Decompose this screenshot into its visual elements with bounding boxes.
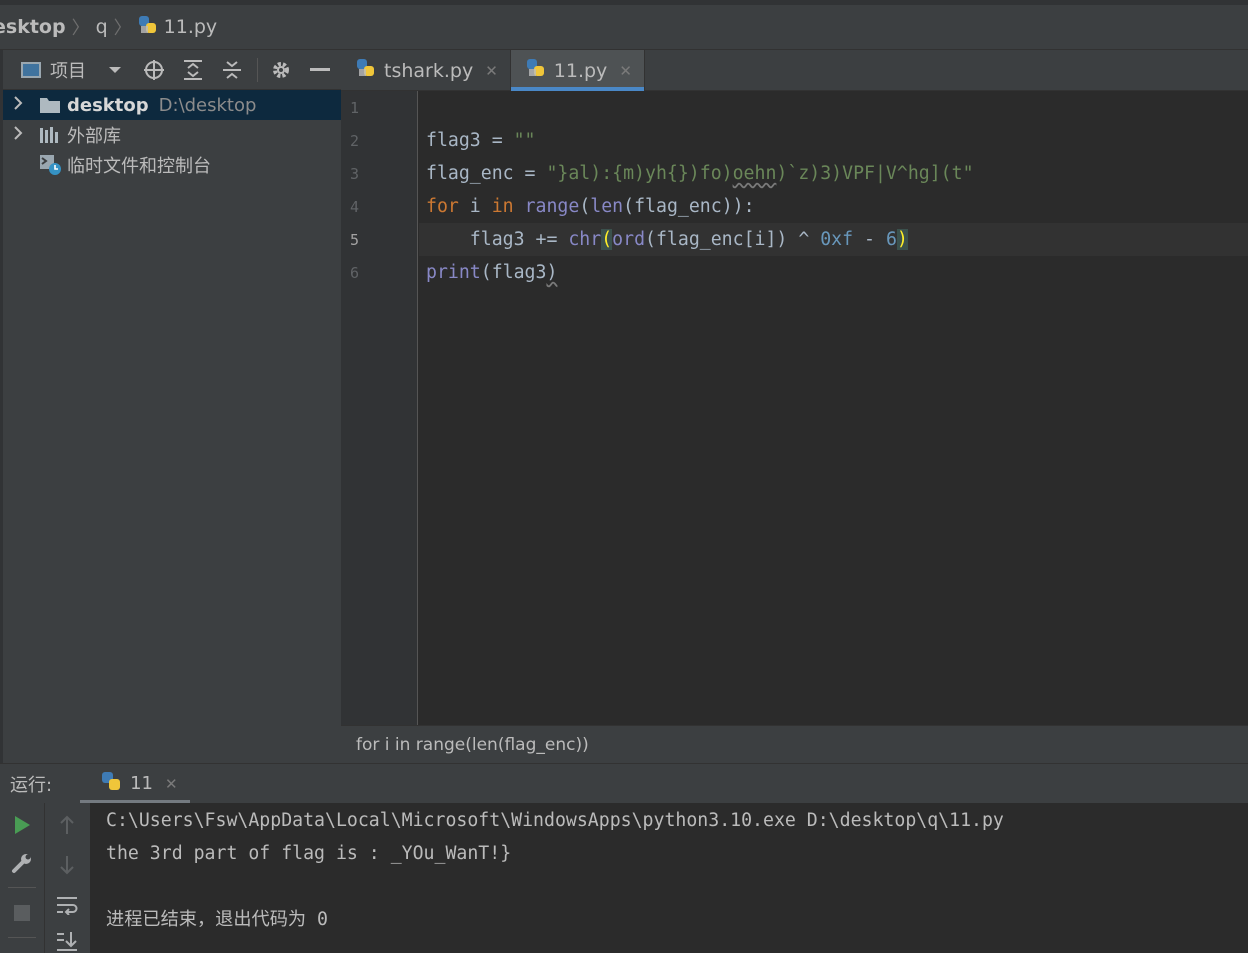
code-line-5: flag3 += chr(ord(flag_enc[i]) ^ 0xf - 6) [426,229,908,250]
breadcrumb: esktop 〉 q 〉 11.py [0,0,1248,50]
code-editor[interactable]: flag3 = "" flag_enc = "}al):{m)yh{})fo)o… [419,91,1248,725]
chevron-right-icon[interactable] [3,126,33,144]
tree-item-label: desktop [67,94,149,116]
dropdown-arrow-icon[interactable] [102,57,128,83]
rerun-play-icon[interactable] [8,811,36,839]
close-icon[interactable]: ✕ [165,775,178,793]
close-icon[interactable]: ✕ [619,62,632,80]
tree-item-label: 临时文件和控制台 [67,156,211,177]
code-line-6: print(flag3) [426,262,558,283]
run-toolwindow-header: 运行: 11 ✕ [0,763,1248,804]
run-side-toolbar [0,803,90,953]
library-icon [39,126,67,144]
python-icon [100,770,122,797]
run-tab-11[interactable]: 11 ✕ [80,764,191,804]
run-tab-label: 11 [130,773,153,794]
tree-item-desktop[interactable]: desktop D:\desktop [3,90,341,120]
soft-wrap-icon[interactable] [53,891,81,919]
folder-icon [39,96,67,114]
breadcrumb-item-file[interactable]: 11.py [164,16,218,38]
console-line: 进程已结束，退出代码为 0 [106,909,328,930]
console-line: the 3rd part of flag is : _YOu_WanT!} [106,843,512,864]
tree-item-label: 外部库 [67,126,121,147]
project-toolbar: 项目 [3,50,341,90]
python-file-icon [526,58,546,83]
tree-item-path: D:\desktop [158,94,257,116]
locate-target-icon[interactable] [141,57,167,83]
chevron-right-icon[interactable] [3,96,33,114]
code-line-4: for i in range(len(flag_enc)): [426,196,755,217]
project-title: 项目 [50,60,86,82]
line-number: 3 [350,165,360,183]
stop-icon[interactable] [8,899,36,927]
python-file-icon [356,58,376,83]
line-number: 1 [350,99,360,117]
chevron-right-icon: 〉 [71,18,90,39]
code-line-2: flag3 = "" [426,130,536,151]
run-label: 运行: [10,774,53,796]
line-number: 5 [350,231,360,249]
wrench-icon[interactable] [8,849,36,877]
tab-tshark[interactable]: tshark.py ✕ [341,50,511,91]
line-number: 4 [350,198,360,216]
console-line: C:\Users\Fsw\AppData\Local\Microsoft\Win… [106,810,1004,831]
run-console[interactable]: C:\Users\Fsw\AppData\Local\Microsoft\Win… [90,803,1248,953]
line-number: 6 [350,264,360,282]
editor-structure-breadcrumb[interactable]: for i in range(len(flag_enc)) [341,725,1248,763]
code-line-3: flag_enc = "}al):{m)yh{})fo)oehn)`z)3)VP… [426,163,974,184]
line-number: 2 [350,132,360,150]
toolbar-divider [257,57,258,82]
gear-icon[interactable] [268,57,294,83]
tab-label: tshark.py [384,59,474,82]
tree-item-scratches[interactable]: 临时文件和控制台 [3,150,341,180]
expand-all-icon[interactable] [180,57,206,83]
arrow-down-icon[interactable] [53,851,81,879]
editor-tabs: tshark.py ✕ 11.py ✕ [341,50,1248,91]
project-panel: 项目 desktop D:\desktop 外部库 临时文件和控制台 [0,50,341,763]
arrow-up-icon[interactable] [53,811,81,839]
tree-item-external-libraries[interactable]: 外部库 [3,120,341,150]
project-panel-icon [21,61,41,78]
tab-label: 11.py [553,59,608,82]
minimize-icon[interactable] [307,57,333,83]
tab-11py[interactable]: 11.py ✕ [510,50,645,91]
collapse-all-icon[interactable] [219,57,245,83]
line-number-gutter[interactable]: 1 2 3 4 5 6 [341,91,418,725]
chevron-right-icon: 〉 [113,18,132,39]
structure-crumb-label: for i in range(len(flag_enc)) [356,734,589,755]
breadcrumb-item-q[interactable]: q [96,16,108,38]
scratch-console-icon [39,154,67,176]
python-file-icon [138,15,158,40]
close-icon[interactable]: ✕ [485,62,498,80]
breadcrumb-item-desktop[interactable]: esktop [0,16,66,38]
scroll-to-end-icon[interactable] [53,927,81,953]
project-view-selector[interactable]: 项目 [21,57,86,83]
